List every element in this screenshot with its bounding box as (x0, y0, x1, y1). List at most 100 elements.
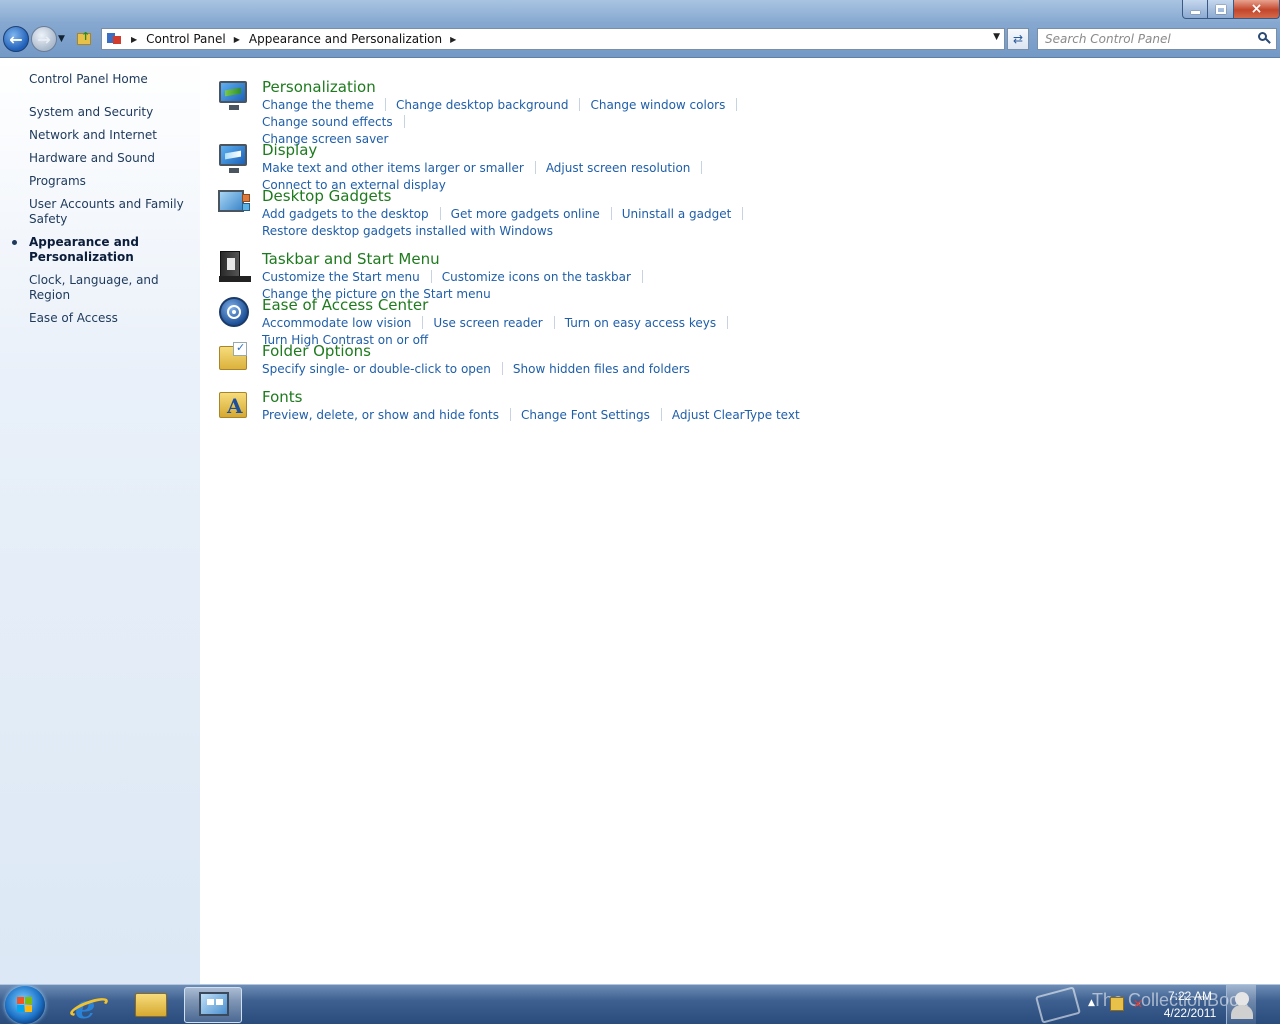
forward-button[interactable]: → (31, 26, 57, 52)
active-bullet-icon (12, 240, 17, 245)
maximize-icon (1215, 4, 1226, 14)
control-panel-icon (199, 992, 229, 1016)
link-separator (742, 207, 744, 220)
link-separator (579, 98, 581, 111)
link-make-text-larger[interactable]: Make text and other items larger or smal… (262, 161, 524, 175)
link-separator (727, 316, 729, 329)
link-add-gadgets[interactable]: Add gadgets to the desktop (262, 207, 429, 221)
sidebar-item-label: Appearance and Personalization (29, 235, 139, 264)
caption-buttons: × (1182, 0, 1280, 19)
taskbar-icon[interactable] (218, 250, 251, 282)
taskbar-windows-explorer[interactable] (122, 987, 180, 1023)
user-avatar-body (1231, 1005, 1253, 1019)
breadcrumb-separator-icon[interactable]: ▶ (234, 35, 240, 44)
category-title[interactable]: Fonts (262, 388, 302, 406)
sidebar-control-panel-home[interactable]: Control Panel Home (29, 72, 148, 86)
up-arrow-icon: ↑ (81, 30, 91, 43)
link-separator (422, 316, 424, 329)
category-title[interactable]: Desktop Gadgets (262, 187, 391, 205)
action-center-icon[interactable] (1110, 997, 1124, 1011)
search-icon[interactable] (1256, 31, 1272, 47)
taskbar-control-panel[interactable] (184, 987, 242, 1023)
link-single-double-click[interactable]: Specify single- or double-click to open (262, 362, 491, 376)
close-icon: × (1250, 1, 1263, 17)
desktop-gadgets-icon[interactable] (218, 187, 250, 219)
link-change-font-settings[interactable]: Change Font Settings (521, 408, 650, 422)
link-change-theme[interactable]: Change the theme (262, 98, 374, 112)
link-change-sound-effects[interactable]: Change sound effects (262, 115, 393, 129)
link-customize-start-menu[interactable]: Customize the Start menu (262, 270, 420, 284)
breadcrumb-control-panel[interactable]: Control Panel (146, 32, 226, 46)
sidebar-item-appearance-and-personalization[interactable]: Appearance and Personalization (12, 235, 194, 265)
link-separator (385, 98, 387, 111)
ease-of-access-icon[interactable] (218, 296, 250, 328)
breadcrumb-appearance-and-personalization[interactable]: Appearance and Personalization (249, 32, 442, 46)
sidebar-category-list: System and Security Network and Internet… (12, 105, 194, 334)
personalization-icon[interactable] (218, 78, 250, 110)
link-accommodate-low-vision[interactable]: Accommodate low vision (262, 316, 411, 330)
link-separator (509, 408, 511, 421)
folder-options-icon[interactable]: ✓ (218, 341, 250, 374)
category-title[interactable]: Folder Options (262, 342, 371, 360)
show-hidden-icons-button[interactable]: ▲ (1088, 998, 1095, 1008)
display-icon[interactable] (218, 141, 250, 173)
link-restore-desktop-gadgets[interactable]: Restore desktop gadgets installed with W… (262, 224, 553, 238)
category-title[interactable]: Display (262, 141, 317, 159)
category-links: Specify single- or double-click to open S… (262, 361, 862, 378)
link-separator (610, 207, 612, 220)
address-bar[interactable]: ▶ Control Panel ▶ Appearance and Persona… (101, 28, 1005, 50)
link-uninstall-gadget[interactable]: Uninstall a gadget (622, 207, 732, 221)
sidebar-item-user-accounts[interactable]: User Accounts and Family Safety (29, 197, 194, 227)
close-button[interactable]: × (1234, 0, 1280, 19)
link-adjust-screen-resolution[interactable]: Adjust screen resolution (546, 161, 691, 175)
start-button[interactable] (5, 986, 45, 1024)
link-customize-taskbar-icons[interactable]: Customize icons on the taskbar (442, 270, 631, 284)
link-change-window-colors[interactable]: Change window colors (590, 98, 725, 112)
show-desktop-button[interactable] (1226, 985, 1256, 1024)
link-separator (439, 207, 441, 220)
network-error-icon[interactable]: ✕ (1133, 997, 1147, 1011)
forward-arrow-icon: → (37, 29, 51, 49)
watermark-logo (1035, 986, 1081, 1024)
minimize-button[interactable] (1182, 0, 1208, 19)
taskbar-internet-explorer[interactable]: e (60, 987, 118, 1024)
sidebar-item-clock-language-region[interactable]: Clock, Language, and Region (29, 273, 194, 303)
breadcrumb-separator-icon[interactable]: ▶ (450, 35, 456, 44)
sidebar-item-ease-of-access[interactable]: Ease of Access (29, 311, 194, 326)
minimize-icon (1190, 10, 1200, 14)
sidebar-item-programs[interactable]: Programs (29, 174, 194, 189)
category-links: Preview, delete, or show and hide fonts C… (262, 407, 862, 424)
sidebar-item-hardware-and-sound[interactable]: Hardware and Sound (29, 151, 194, 166)
main-content: Personalization Change the theme Change d… (200, 58, 1280, 984)
recent-pages-dropdown[interactable]: ▼ (58, 34, 68, 44)
link-change-desktop-background[interactable]: Change desktop background (396, 98, 568, 112)
category-links: Change the theme Change desktop backgroun… (262, 97, 862, 148)
search-box[interactable] (1037, 28, 1277, 50)
search-input[interactable] (1045, 30, 1256, 48)
user-avatar-icon (1235, 992, 1249, 1006)
chevron-down-icon: ▼ (58, 34, 65, 44)
link-easy-access-keys[interactable]: Turn on easy access keys (565, 316, 716, 330)
refresh-button[interactable]: ⇄ (1007, 28, 1029, 50)
link-get-more-gadgets[interactable]: Get more gadgets online (451, 207, 600, 221)
category-title[interactable]: Personalization (262, 78, 376, 96)
link-separator (534, 161, 536, 174)
link-use-screen-reader[interactable]: Use screen reader (433, 316, 542, 330)
maximize-button[interactable] (1208, 0, 1234, 19)
breadcrumb-separator-icon[interactable]: ▶ (131, 35, 137, 44)
up-one-level-button[interactable]: ↑ (75, 30, 95, 48)
link-preview-fonts[interactable]: Preview, delete, or show and hide fonts (262, 408, 499, 422)
clock-date[interactable]: 4/22/2011 (1158, 1006, 1222, 1020)
fonts-icon[interactable]: A (218, 388, 250, 420)
link-adjust-cleartype[interactable]: Adjust ClearType text (672, 408, 800, 422)
sidebar-item-network-and-internet[interactable]: Network and Internet (29, 128, 194, 143)
sidebar-item-system-and-security[interactable]: System and Security (29, 105, 194, 120)
clock-time[interactable]: 7:22 AM (1158, 989, 1222, 1003)
link-separator (736, 98, 738, 111)
link-show-hidden-files[interactable]: Show hidden files and folders (513, 362, 690, 376)
back-button[interactable]: ← (3, 26, 29, 52)
category-title[interactable]: Taskbar and Start Menu (262, 250, 440, 268)
category-title[interactable]: Ease of Access Center (262, 296, 428, 314)
address-dropdown-icon[interactable]: ▼ (993, 32, 1000, 42)
link-separator (553, 316, 555, 329)
